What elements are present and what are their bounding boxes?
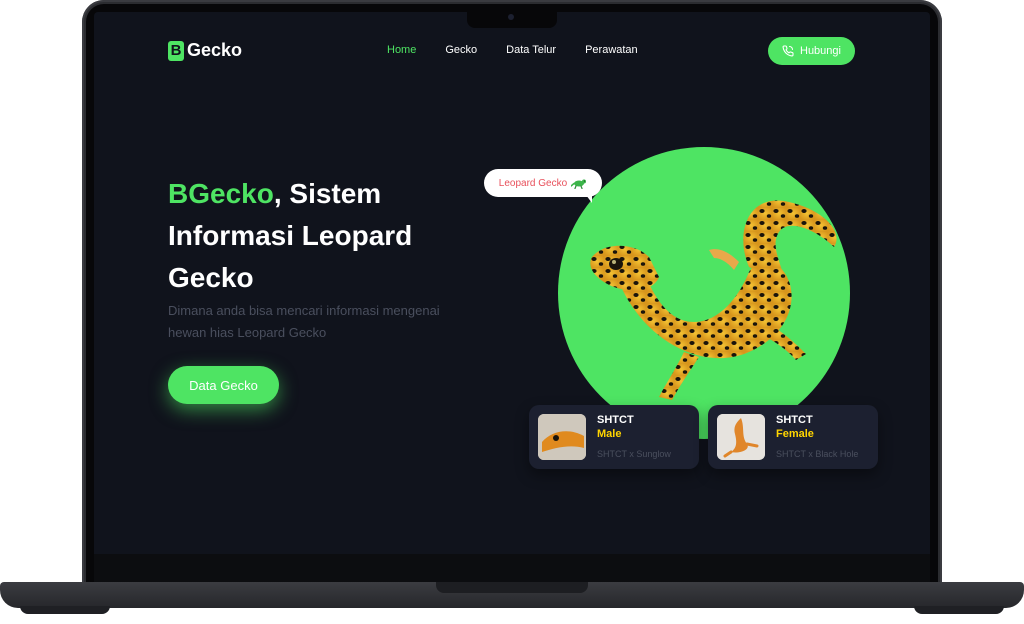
hero-subtitle: Dimana anda bisa mencari informasi menge… xyxy=(168,303,440,340)
gecko-sex: Male xyxy=(597,428,622,440)
gecko-card[interactable]: SHTCT Male SHTCT x Sunglow xyxy=(529,405,699,469)
gecko-thumbnail xyxy=(717,414,765,460)
contact-button-label: Hubungi xyxy=(800,45,841,57)
gecko-code: SHTCT xyxy=(597,414,634,426)
gecko-card[interactable]: SHTCT Female SHTCT x Black Hole xyxy=(708,405,878,469)
leopard-gecko-image xyxy=(590,200,837,400)
main-nav: Home Gecko Data Telur Perawatan xyxy=(387,44,638,56)
nav-item-gecko[interactable]: Gecko xyxy=(445,44,477,56)
hero-title: BGecko, Sistem Informasi Leopard Gecko xyxy=(168,173,468,299)
nav-item-home[interactable]: Home xyxy=(387,44,416,56)
gecko-morph: SHTCT x Sunglow xyxy=(597,449,671,459)
nav-item-perawatan[interactable]: Perawatan xyxy=(585,44,638,56)
browser-screen: B Gecko Home Gecko Data Telur Perawatan … xyxy=(94,12,930,554)
species-bubble: Leopard Gecko xyxy=(484,169,602,203)
nav-item-data-telur[interactable]: Data Telur xyxy=(506,44,556,56)
gecko-thumbnail xyxy=(538,414,586,460)
laptop-foot-right xyxy=(914,606,1004,614)
trackpad-notch xyxy=(436,582,588,593)
gecko-morph: SHTCT x Black Hole xyxy=(776,449,859,459)
camera-notch xyxy=(467,10,557,28)
laptop-foot-left xyxy=(20,606,110,614)
gecko-code: SHTCT xyxy=(776,414,813,426)
brand-logo[interactable]: B Gecko xyxy=(168,40,242,61)
camera-icon xyxy=(508,14,514,20)
screen-chin xyxy=(94,554,930,582)
lizard-icon xyxy=(571,179,587,189)
contact-button[interactable]: Hubungi xyxy=(768,37,855,65)
logo-text: Gecko xyxy=(187,40,243,60)
data-gecko-button[interactable]: Data Gecko xyxy=(168,366,279,404)
hero-title-brand: BGecko xyxy=(168,178,274,209)
species-bubble-label: Leopard Gecko xyxy=(498,177,568,189)
phone-icon xyxy=(782,45,794,57)
logo-mark: B xyxy=(168,40,184,61)
gecko-sex: Female xyxy=(776,428,814,440)
